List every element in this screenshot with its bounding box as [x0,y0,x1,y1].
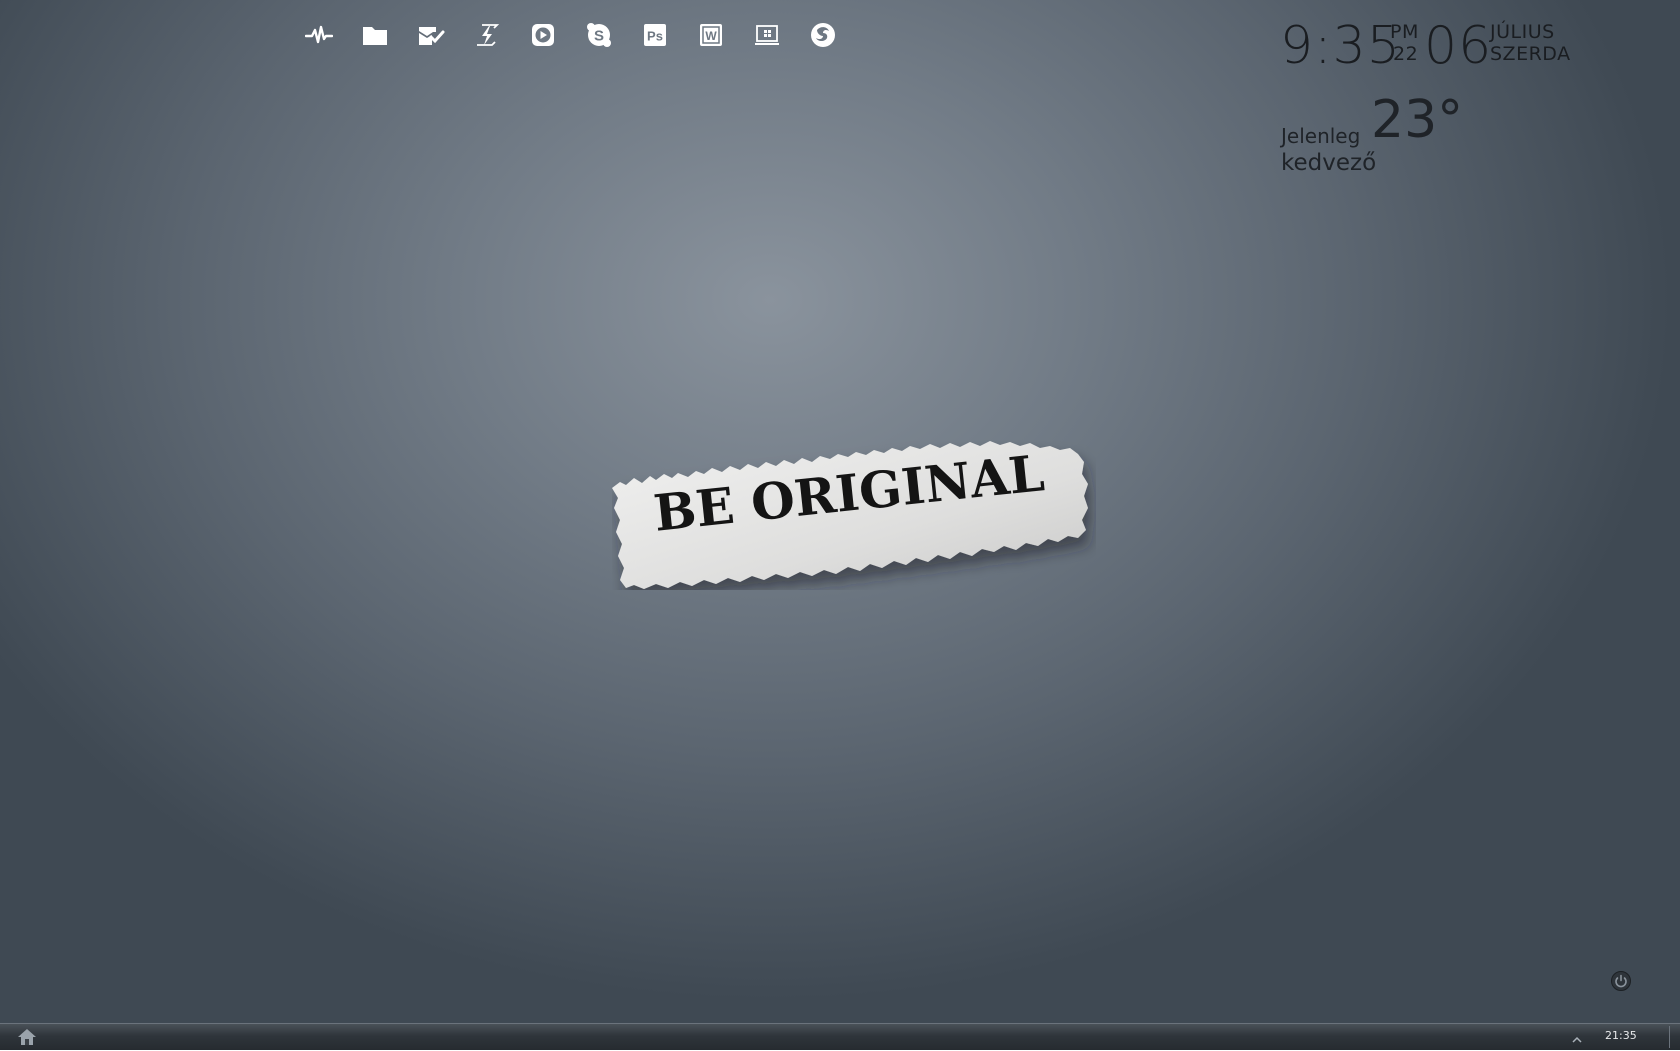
word-icon: W [700,24,722,46]
clock-year: 22 [1393,43,1419,65]
skype-icon: S [587,23,611,47]
dock-item-mail[interactable] [412,14,450,56]
wallpaper-torn-paper: BE ORIGINAL [612,440,1096,590]
clock-day: 06 [1424,16,1493,76]
photoshop-icon: Ps [644,24,666,46]
taskbar-clock[interactable]: 21:35 [1605,1029,1637,1042]
taskbar: 21:35 [0,1023,1680,1050]
dock-item-folder[interactable] [356,14,394,56]
chevron-up-icon [1572,1036,1582,1043]
clock-month: JÚLIUS [1490,21,1555,43]
show-desktop-button[interactable] [1669,1026,1679,1048]
svg-text:S: S [594,28,604,45]
weather-condition: kedvező [1281,150,1377,176]
firefox-icon [811,23,835,47]
desktop[interactable]: S Ps W 9:35 PM 22 06 JÚLIUS SZERDA Jelen… [0,0,1680,1023]
weather-label: Jelenleg [1281,124,1361,148]
clock-ampm: PM [1390,21,1419,43]
svg-text:W: W [705,29,717,43]
power-icon [1611,971,1631,991]
lightning-icon [477,24,500,46]
clock-time: 9:35 [1280,16,1401,76]
dock-item-photoshop[interactable]: Ps [636,14,674,56]
power-button[interactable] [1610,970,1632,992]
dock-item-activity-monitor[interactable] [300,14,338,56]
dock-item-skype[interactable]: S [580,14,618,56]
pulse-icon [305,25,333,44]
weather-temperature: 23° [1371,90,1464,150]
dock-item-power-tool[interactable] [468,14,506,56]
start-button[interactable] [16,1027,38,1047]
dock-item-computer[interactable] [748,14,786,56]
folder-icon [363,27,387,45]
dock-item-word[interactable]: W [692,14,730,56]
mail-icon [419,27,445,45]
clock-weekday: SZERDA [1490,43,1571,65]
windows-icon [755,25,779,45]
tray-expand-button[interactable] [1570,1031,1584,1043]
dock-item-firefox[interactable] [804,14,842,56]
svg-text:Ps: Ps [647,29,663,44]
home-icon [18,1029,36,1045]
dock-item-media-player[interactable] [524,14,562,56]
app-dock: S Ps W [300,14,842,56]
media-player-icon [532,24,554,46]
